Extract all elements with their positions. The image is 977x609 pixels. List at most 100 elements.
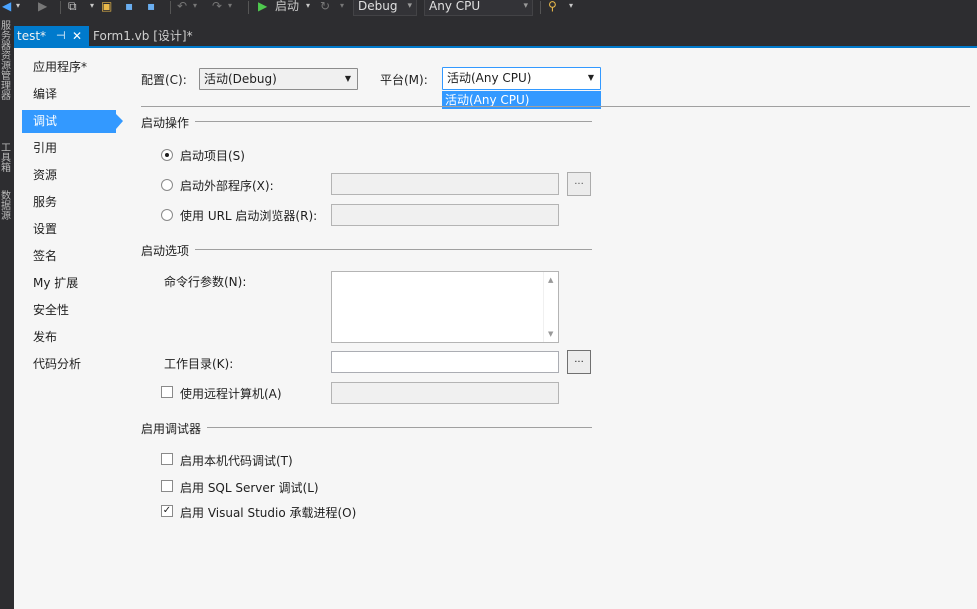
remote-machine-label: 使用远程计算机(A) — [180, 387, 282, 401]
tab-form1-design[interactable]: Form1.vb [设计]* — [93, 26, 213, 46]
document-tabs: test* ⊣ ✕ Form1.vb [设计]* — [14, 26, 977, 48]
nav-item-publish[interactable]: 发布 — [22, 326, 116, 349]
vshost-label: 启用 Visual Studio 承载进程(O) — [180, 506, 357, 520]
project-properties-page: 应用程序* 编译 调试 引用 资源 服务 设置 签名 My 扩展 安全性 发布 … — [14, 48, 977, 609]
nav-item-my-extensions[interactable]: My 扩展 — [22, 272, 116, 295]
chevron-down-icon: ▾ — [407, 1, 412, 11]
native-debug-checkbox[interactable] — [161, 453, 173, 465]
nav-item-signing[interactable]: 签名 — [22, 245, 116, 268]
new-project-icon[interactable]: ⧉ — [68, 0, 77, 14]
nav-item-resources[interactable]: 资源 — [22, 164, 116, 187]
nav-item-label: 应用程序* — [33, 60, 88, 74]
nav-item-label: 安全性 — [33, 303, 70, 317]
nav-forward-icon[interactable]: ▶ — [38, 0, 47, 14]
nav-item-label: 代码分析 — [33, 357, 82, 371]
work-dir-browse-button[interactable]: ... — [567, 350, 591, 374]
nav-back-dropdown-icon[interactable]: ▾ — [16, 0, 20, 14]
chevron-down-icon: ▼ — [344, 74, 351, 83]
solution-config-combo[interactable]: Debug ▾ — [353, 0, 417, 16]
start-dropdown-icon[interactable]: ▾ — [306, 0, 310, 14]
save-icon[interactable]: ▪ — [125, 0, 133, 14]
toolbar: ◀ ▾ ▶ ⧉ ▾ ▣ ▪ ▪ ↶ ▾ ↷ ▾ ▶ 启动 ▾ ↻ ▾ Debug… — [0, 0, 977, 16]
pin-icon[interactable]: ⊣ — [56, 26, 66, 46]
open-file-icon[interactable]: ▣ — [101, 0, 112, 14]
solution-platform-value: Any CPU — [429, 0, 481, 13]
server-explorer-tab[interactable]: 服务器资源管理器 — [1, 22, 13, 132]
config-combo[interactable]: 活动(Debug) ▼ — [199, 68, 358, 90]
redo-icon[interactable]: ↷ — [212, 0, 222, 14]
redo-dropdown-icon[interactable]: ▾ — [228, 0, 232, 14]
work-dir-input[interactable] — [331, 351, 559, 373]
start-external-radio[interactable] — [161, 179, 173, 191]
nav-back-icon[interactable]: ◀ — [2, 0, 11, 14]
vshost-checkbox[interactable]: ✓ — [161, 505, 173, 517]
platform-combo[interactable]: 活动(Any CPU) ▼ — [442, 67, 601, 90]
header-divider — [141, 106, 970, 107]
start-url-input[interactable] — [331, 204, 559, 226]
toolbar-overflow-icon[interactable]: ▾ — [569, 0, 573, 14]
scroll-down-icon[interactable]: ▼ — [548, 330, 553, 338]
nav-item-compile[interactable]: 编译 — [22, 83, 116, 106]
start-url-label: 使用 URL 启动浏览器(R): — [180, 209, 318, 223]
tab-label: test* — [17, 29, 47, 43]
nav-item-references[interactable]: 引用 — [22, 137, 116, 160]
toolbar-separator — [248, 1, 249, 14]
start-icon[interactable]: ▶ — [258, 0, 267, 14]
nav-item-label: 服务 — [33, 195, 58, 209]
external-program-input[interactable] — [331, 173, 559, 195]
save-all-icon[interactable]: ▪ — [147, 0, 155, 14]
config-value: 活动(Debug) — [204, 72, 277, 86]
start-project-radio[interactable] — [161, 149, 173, 161]
find-icon[interactable]: ⚲ — [548, 0, 557, 14]
toolbar-separator — [170, 1, 171, 14]
nav-item-label: 设置 — [33, 222, 58, 236]
remote-machine-checkbox[interactable] — [161, 386, 173, 398]
scroll-up-icon[interactable]: ▲ — [548, 276, 553, 284]
close-icon[interactable]: ✕ — [72, 26, 82, 46]
cmd-args-textarea[interactable]: ▲ ▼ — [331, 271, 559, 343]
toolbar-separator — [540, 1, 541, 14]
nav-item-application[interactable]: 应用程序* — [22, 56, 116, 79]
nav-item-label: 引用 — [33, 141, 58, 155]
start-project-label: 启动项目(S) — [180, 149, 245, 163]
attach-icon[interactable]: ↻ — [320, 0, 330, 14]
nav-item-label: 资源 — [33, 168, 58, 182]
start-button-label[interactable]: 启动 — [275, 0, 299, 16]
attach-dropdown-icon[interactable]: ▾ — [340, 0, 344, 14]
config-label: 配置(C): — [141, 73, 187, 87]
section-divider — [141, 427, 592, 428]
nav-item-label: My 扩展 — [33, 276, 79, 290]
enable-debuggers-title: 启用调试器 — [141, 420, 208, 437]
nav-item-label: 编译 — [33, 87, 58, 101]
undo-dropdown-icon[interactable]: ▾ — [193, 0, 197, 14]
start-action-title: 启动操作 — [141, 114, 196, 131]
nav-item-services[interactable]: 服务 — [22, 191, 116, 214]
start-url-radio[interactable] — [161, 209, 173, 221]
new-project-dropdown-icon[interactable]: ▾ — [90, 0, 94, 14]
toolbar-separator — [60, 1, 61, 14]
nav-item-label: 发布 — [33, 330, 58, 344]
tab-test[interactable]: test* ⊣ ✕ — [14, 26, 89, 46]
side-tool-strip: 服务器资源管理器 工具箱 数据源 — [0, 16, 14, 609]
nav-item-settings[interactable]: 设置 — [22, 218, 116, 241]
remote-machine-input[interactable] — [331, 382, 559, 404]
nav-item-debug[interactable]: 调试 — [22, 110, 123, 133]
solution-config-value: Debug — [358, 0, 398, 13]
nav-item-code-analysis[interactable]: 代码分析 — [22, 353, 116, 376]
sql-debug-label: 启用 SQL Server 调试(L) — [180, 481, 319, 495]
chevron-down-icon: ▾ — [523, 1, 528, 11]
sql-debug-checkbox[interactable] — [161, 480, 173, 492]
native-debug-label: 启用本机代码调试(T) — [180, 454, 293, 468]
undo-icon[interactable]: ↶ — [177, 0, 187, 14]
tab-label: Form1.vb [设计]* — [93, 29, 193, 43]
solution-platform-combo[interactable]: Any CPU ▾ — [424, 0, 533, 16]
data-sources-tab[interactable]: 数据源 — [1, 192, 13, 232]
nav-item-security[interactable]: 安全性 — [22, 299, 116, 322]
vertical-scrollbar[interactable]: ▲ ▼ — [543, 272, 558, 342]
toolbox-tab[interactable]: 工具箱 — [1, 144, 13, 184]
platform-value: 活动(Any CPU) — [447, 71, 532, 85]
platform-label: 平台(M): — [380, 73, 428, 87]
nav-item-label: 签名 — [33, 249, 58, 263]
section-divider — [141, 121, 592, 122]
external-program-browse-button[interactable]: ... — [567, 172, 591, 196]
